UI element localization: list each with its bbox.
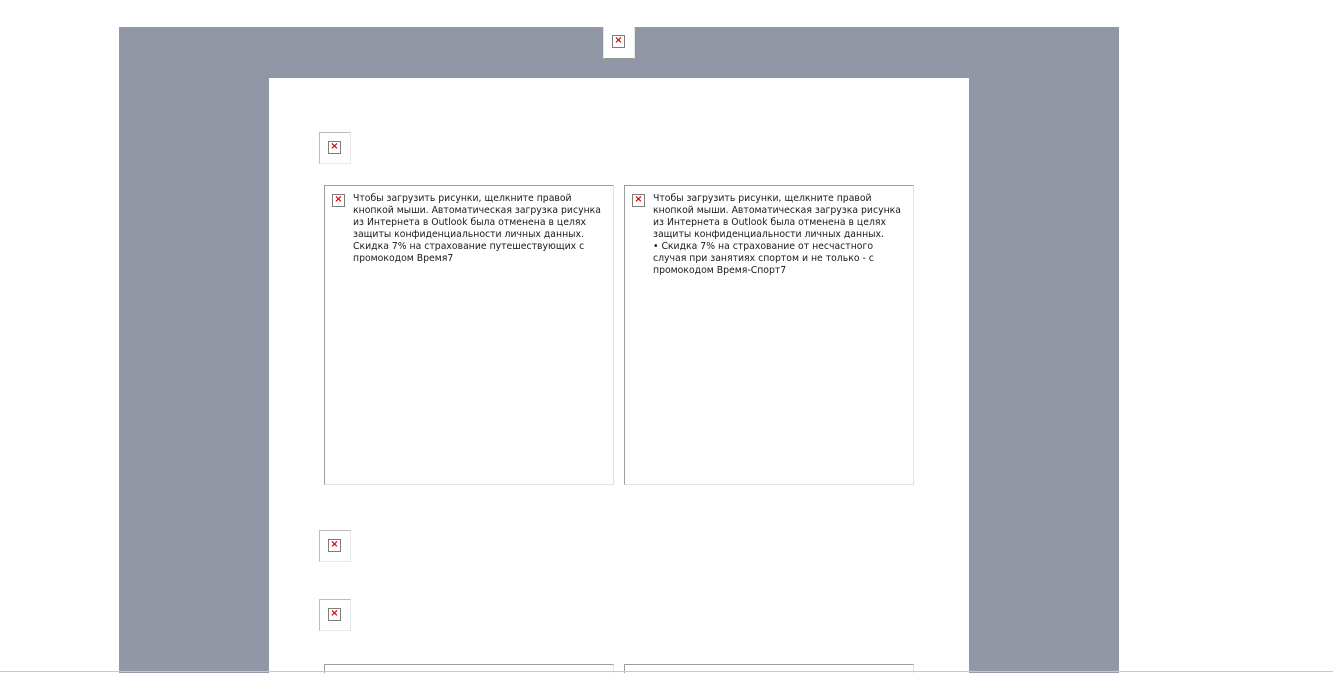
header-image-placeholder[interactable]: × [603,27,635,59]
promo-image-placeholder-travel[interactable]: × Чтобы загрузить рисунки, щелкните прав… [324,185,614,485]
broken-image-icon: × [328,608,341,621]
viewport-bottom-divider [0,671,1333,672]
broken-image-icon: × [612,35,625,48]
email-viewport: × × × Чтобы загрузить рисунки, щелкните … [0,0,1333,673]
logo-image-placeholder[interactable]: × [319,132,351,164]
image-alt-text: Чтобы загрузить рисунки, щелкните правой… [653,193,908,277]
promo-alt-text: • Скидка 7% на страхование от несчастног… [653,241,874,276]
section-image-placeholder[interactable]: × [319,599,351,631]
blocked-download-notice: Чтобы загрузить рисунки, щелкните правой… [653,193,901,240]
spacer-image-placeholder[interactable]: × [319,530,351,562]
promo-image-placeholder-sport[interactable]: × Чтобы загрузить рисунки, щелкните прав… [624,185,914,485]
broken-image-icon: × [328,141,341,154]
broken-image-icon: × [328,539,341,552]
broken-image-icon: × [332,194,345,207]
blocked-download-notice: Чтобы загрузить рисунки, щелкните правой… [353,193,601,240]
promo-alt-text: Скидка 7% на страхование путешествующих … [353,241,585,264]
image-alt-text: Чтобы загрузить рисунки, щелкните правой… [353,193,608,265]
broken-image-icon: × [632,194,645,207]
